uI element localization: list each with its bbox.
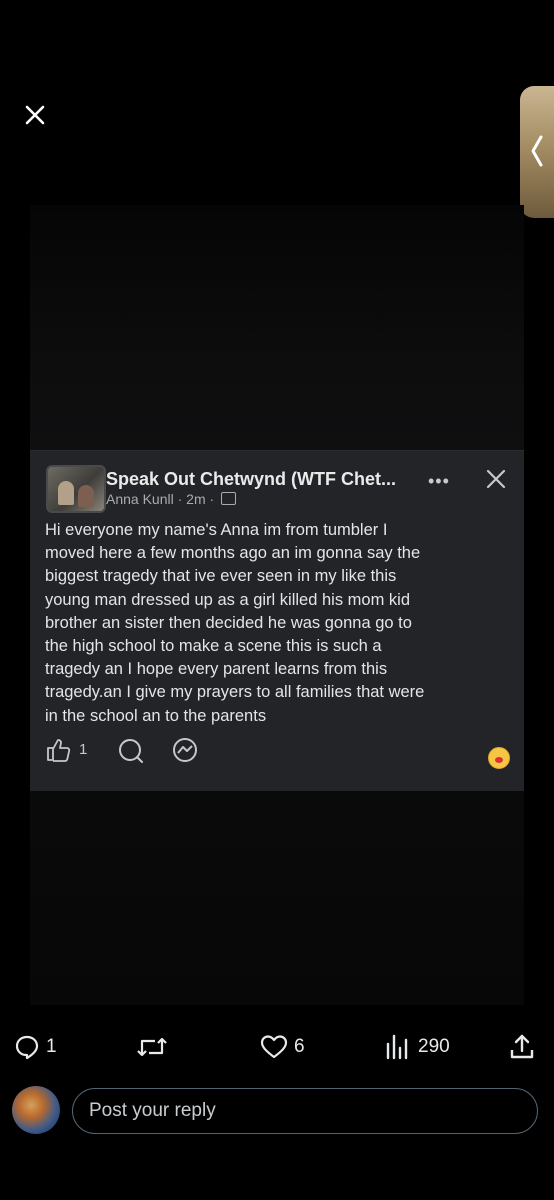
thumbs-up-icon	[47, 739, 71, 762]
group-name: Speak Out Chetwynd (WTF Chet...	[106, 469, 397, 489]
reply-count: 1	[46, 1036, 57, 1057]
views-icon	[386, 1034, 408, 1060]
close-viewer-button[interactable]	[22, 102, 48, 128]
comment-icon	[119, 739, 143, 763]
post-time: 2m	[186, 491, 206, 507]
reply-icon	[15, 1035, 39, 1060]
close-icon	[486, 469, 506, 489]
like-button[interactable]: 6	[260, 1032, 305, 1062]
reply-input[interactable]	[72, 1088, 538, 1134]
close-icon	[25, 105, 45, 125]
share-icon	[510, 1034, 534, 1059]
side-panel-toggle[interactable]	[520, 86, 554, 218]
like-count: 6	[294, 1036, 305, 1057]
heart-icon	[260, 1035, 288, 1059]
messenger-icon	[173, 738, 197, 762]
chevron-left-icon	[531, 135, 543, 167]
repost-icon	[137, 1037, 167, 1057]
reply-composer	[0, 1084, 554, 1140]
repost-button[interactable]	[136, 1032, 168, 1062]
post-meta: Anna Kunll · 2m ·	[106, 491, 237, 507]
like-count: 1	[79, 741, 88, 758]
share-button[interactable]	[508, 1032, 536, 1062]
views-button[interactable]: 290	[384, 1032, 450, 1062]
more-options-icon: •••	[428, 471, 450, 491]
reply-button[interactable]: 1	[14, 1032, 57, 1062]
group-avatar	[46, 465, 106, 513]
audience-icon	[221, 492, 237, 505]
user-avatar[interactable]	[12, 1086, 60, 1134]
tweet-action-bar: 1 6 290	[0, 1032, 554, 1066]
view-count: 290	[418, 1036, 450, 1057]
facebook-post-card: Speak Out Chetwynd (WTF Chet... Anna Kun…	[30, 450, 524, 791]
author-name: Anna Kunll	[106, 491, 174, 507]
post-body: Hi everyone my name's Anna im from tumbl…	[45, 521, 425, 725]
reaction-emoji-icon	[488, 747, 510, 769]
